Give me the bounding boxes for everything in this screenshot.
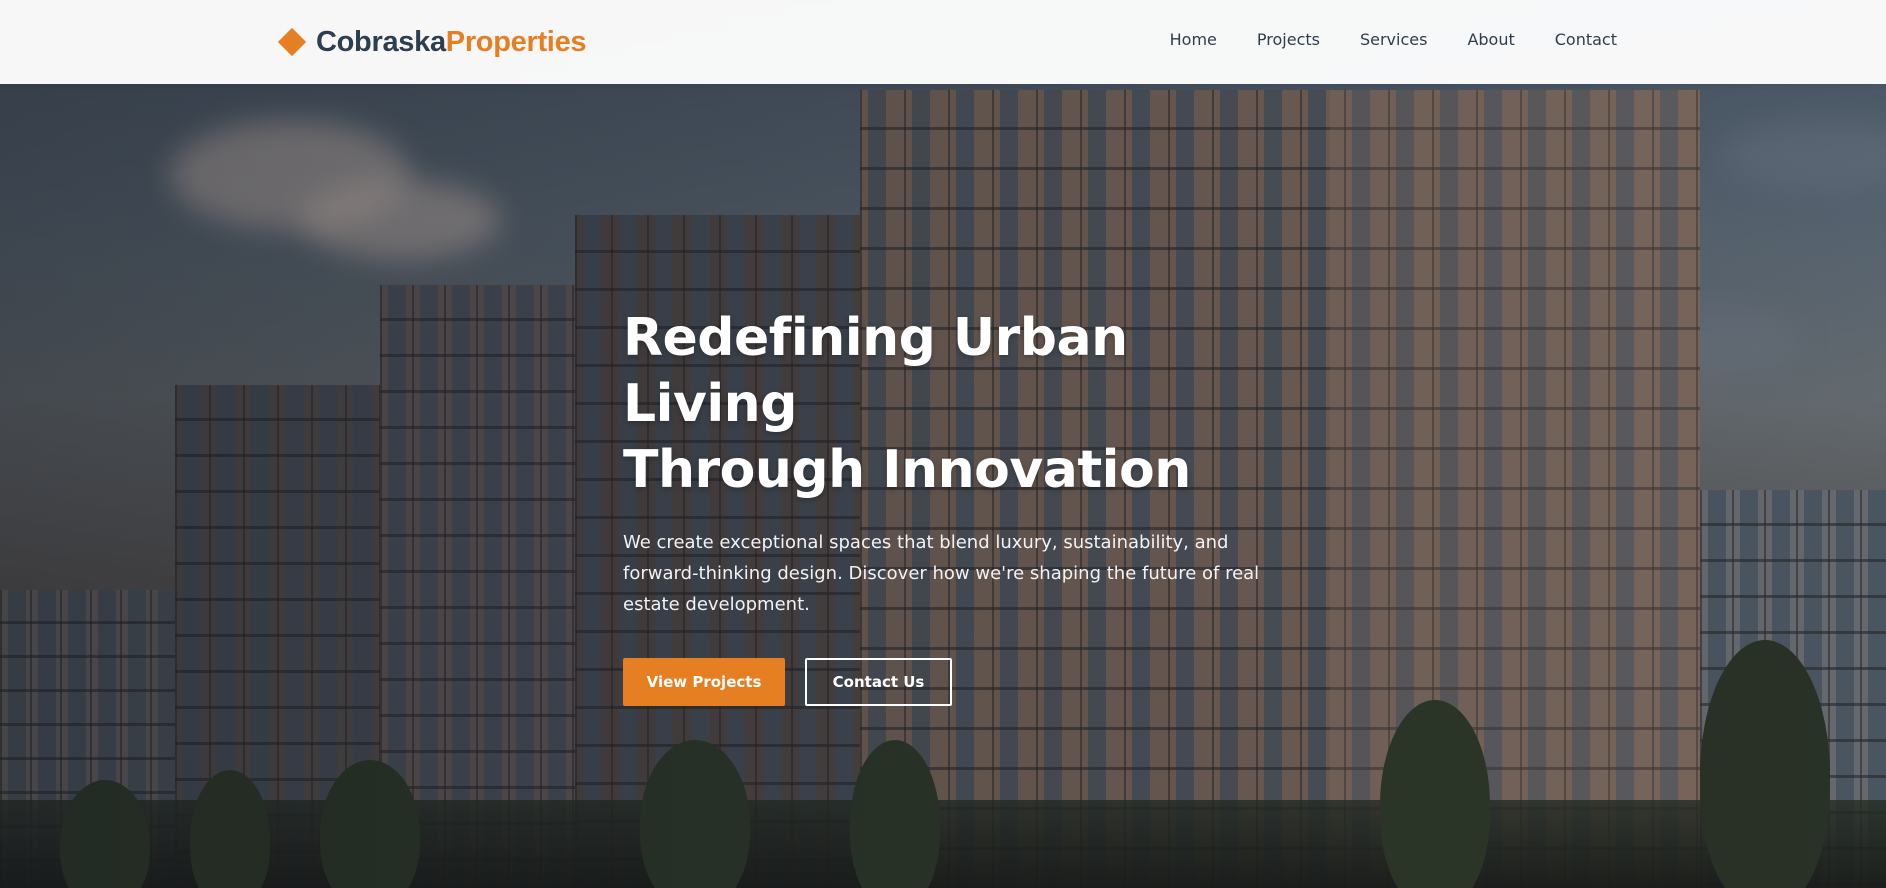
brand-name-accent: Properties [445, 25, 587, 58]
view-projects-button[interactable]: View Projects [623, 658, 785, 706]
nav-link-projects[interactable]: Projects [1257, 30, 1320, 49]
hero-title-line-1: Redefining Urban Living [623, 308, 1128, 434]
hero-title-line-2: Through Innovation [623, 440, 1191, 500]
diamond-icon [277, 27, 307, 57]
site-header: CobraskaProperties Home Projects Service… [0, 0, 1886, 84]
brand-name-primary: Cobraska [316, 25, 446, 58]
hero-subtitle: We create exceptional spaces that blend … [623, 532, 1260, 615]
brand-name: CobraskaProperties [316, 25, 587, 59]
brand-logo[interactable]: CobraskaProperties [277, 24, 587, 60]
hero-buttons: View Projects Contact Us [623, 658, 1283, 706]
nav-link-home[interactable]: Home [1170, 30, 1217, 49]
contact-us-button[interactable]: Contact Us [805, 658, 952, 706]
nav-link-contact[interactable]: Contact [1555, 30, 1617, 49]
main-nav: Home Projects Services About Contact [1170, 30, 1617, 49]
hero-title: Redefining Urban Living Through Innovati… [623, 305, 1283, 503]
nav-link-about[interactable]: About [1467, 30, 1514, 49]
nav-link-services[interactable]: Services [1360, 30, 1427, 49]
hero-content: Redefining Urban Living Through Innovati… [623, 305, 1283, 706]
